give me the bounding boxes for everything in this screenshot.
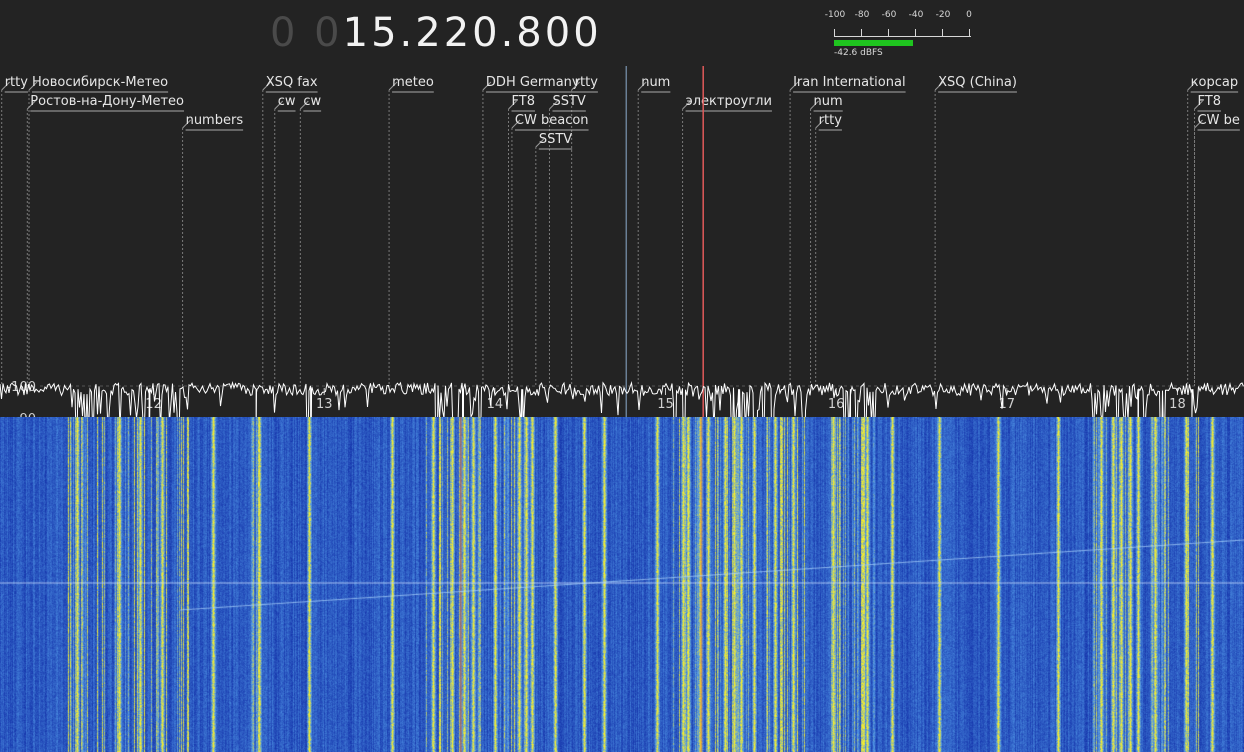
bookmark-label[interactable]: Новосибирск-Метео [32,75,168,90]
spectrum-trace [0,381,1244,417]
bookmark-label[interactable]: rtty [5,75,29,90]
meter-scale-label: 0 [966,10,972,20]
meter-scale-label: -80 [854,10,870,20]
bookmark-label[interactable]: SSTV [539,132,572,147]
freq-axis-label: 13 [316,397,333,412]
frequency-value: 15.220.800 [342,10,602,56]
meter-readout: -42.6 dBFS [834,48,883,58]
meter-tick [861,29,862,36]
bookmark-label[interactable]: num [814,94,843,109]
bookmark-label[interactable]: XSQ fax [266,75,318,90]
bookmark-label[interactable]: cw [278,94,296,109]
bookmark-label[interactable]: numbers [186,113,244,128]
bookmark-label[interactable]: meteo [392,75,434,90]
bookmark-label[interactable]: SSTV [552,94,585,109]
bookmark-label[interactable]: FT8 [512,94,535,109]
bookmark-label[interactable]: корсар [1191,75,1238,90]
bookmark-label[interactable]: Ростов-на-Дону-Метео [30,94,184,109]
frequency-header: 0 015.220.800 -100 -80 -60 -40 -20 0 -42… [0,0,1244,66]
meter-scale-label: -60 [881,10,897,20]
meter-scale-label: -100 [824,10,846,20]
frequency-display[interactable]: 0 015.220.800 [270,8,602,58]
meter-scale-line [834,36,971,37]
bookmark-label[interactable]: CW beacon [515,113,589,128]
bookmark-label[interactable]: XSQ (China) [938,75,1017,90]
meter-scale-label: -40 [908,10,924,20]
bookmark-label[interactable]: электроугли [686,94,772,109]
meter-tick [942,29,943,36]
spectrum-plot[interactable]: -10-20-30-40-50-60-70-80-90-100121314151… [0,66,1244,417]
waterfall-display[interactable] [0,417,1244,752]
bookmark-label[interactable]: FT8 [1198,94,1221,109]
signal-level-meter: -100 -80 -60 -40 -20 0 -42.6 dBFS [822,10,982,58]
bookmark-label[interactable]: CW be [1198,113,1240,128]
frequency-leading-digits: 0 0 [270,10,343,56]
bookmark-label[interactable]: Iran International [793,75,906,90]
meter-tick [888,29,889,36]
bookmark-label[interactable]: DDH Germany [486,75,580,90]
meter-tick [834,29,835,36]
freq-axis-label: 14 [487,397,504,412]
spectrum-panel[interactable]: -10-20-30-40-50-60-70-80-90-100121314151… [0,66,1244,417]
freq-axis-label: 15 [657,397,674,412]
meter-tick [969,29,970,36]
freq-axis-label: 16 [828,397,845,412]
db-axis-label: -100 [6,380,36,395]
bookmark-label[interactable]: rtty [819,113,843,128]
bookmark-label[interactable]: cw [303,94,321,109]
meter-scale-label: -20 [935,10,951,20]
bookmark-label[interactable]: rtty [575,75,599,90]
bookmark-label[interactable]: num [641,75,670,90]
freq-axis-label: 18 [1169,397,1186,412]
meter-tick [915,29,916,36]
meter-level-bar [834,40,913,46]
